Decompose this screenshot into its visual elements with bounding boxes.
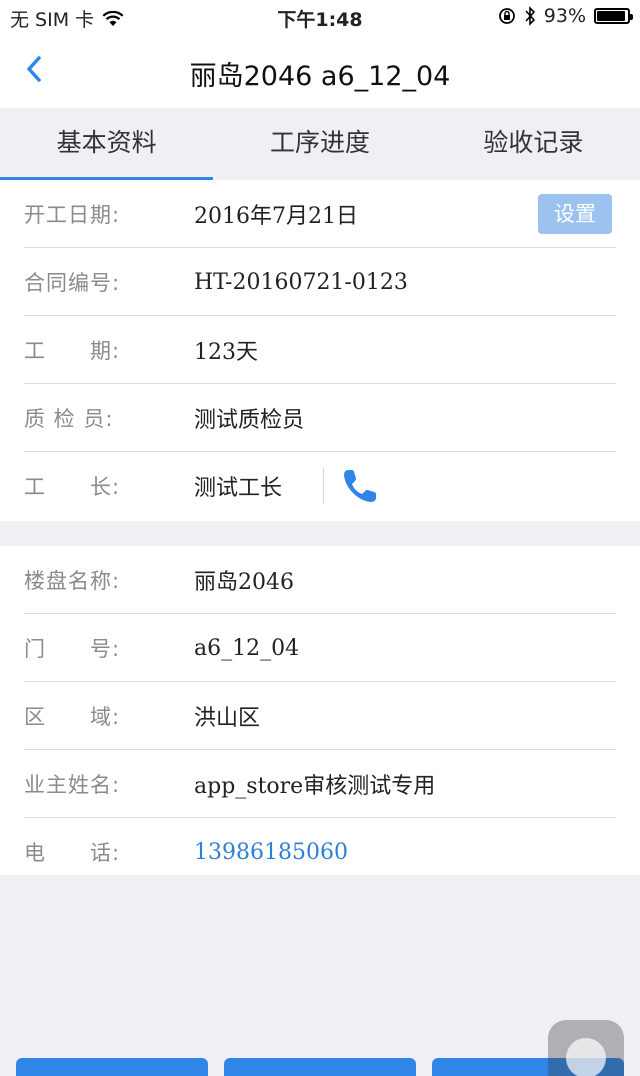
owner-info-section: 楼盘名称: 丽岛2046 门 号: a6_12_04 区 域: 洪山区 业主姓名… <box>0 546 640 875</box>
phone-icon <box>344 470 376 502</box>
phone-row: 电 话: 13986185060 <box>0 818 640 886</box>
foreman-value: 测试工长 <box>194 476 283 501</box>
status-right: 93% <box>498 5 633 27</box>
area-row: 区 域: 洪山区 <box>0 682 640 750</box>
owner-label: 业主姓名: <box>24 773 121 797</box>
inspector-label: 质 检 员: <box>24 407 114 431</box>
contract-label: 合同编号: <box>24 271 121 295</box>
period-label: 工 期: <box>24 339 121 363</box>
nav-bar: 丽岛2046 a6_12_04 <box>0 34 640 108</box>
bottom-button-2[interactable] <box>224 1058 416 1076</box>
building-value: 丽岛2046 <box>194 570 294 595</box>
page-title: 丽岛2046 a6_12_04 <box>189 61 451 92</box>
bottom-button-1[interactable] <box>16 1058 208 1076</box>
lock-rotation-icon <box>498 8 515 24</box>
start-date-label: 开工日期: <box>24 203 121 227</box>
tab-process-progress[interactable]: 工序进度 <box>213 108 426 180</box>
area-label: 区 域: <box>24 705 121 729</box>
contract-value: HT-20160721-0123 <box>194 269 408 295</box>
phone-label: 电 话: <box>24 841 121 865</box>
period-value: 123天 <box>194 340 258 365</box>
building-row: 楼盘名称: 丽岛2046 <box>0 546 640 614</box>
contract-row: 合同编号: HT-20160721-0123 <box>0 248 640 316</box>
settings-button[interactable]: 设置 <box>538 194 612 234</box>
battery-fill <box>597 11 625 21</box>
start-date-row: 开工日期: 2016年7月21日 设置 <box>0 180 640 248</box>
phone-number-link[interactable]: 13986185060 <box>194 840 348 865</box>
owner-value: app_store审核测试专用 <box>194 774 436 799</box>
tab-acceptance-records[interactable]: 验收记录 <box>427 108 640 180</box>
project-info-section: 开工日期: 2016年7月21日 设置 合同编号: HT-20160721-01… <box>0 180 640 521</box>
tab-basic-info[interactable]: 基本资料 <box>0 108 214 180</box>
period-row: 工 期: 123天 <box>0 316 640 384</box>
building-label: 楼盘名称: <box>24 569 121 593</box>
assistive-touch-button[interactable] <box>548 1020 624 1076</box>
inspector-value: 测试质检员 <box>194 408 305 433</box>
door-row: 门 号: a6_12_04 <box>0 614 640 682</box>
vertical-separator <box>323 468 324 504</box>
tab-bar: 基本资料 工序进度 验收记录 <box>0 108 640 180</box>
foreman-label: 工 长: <box>24 475 121 499</box>
call-foreman-button[interactable] <box>340 466 380 506</box>
area-value: 洪山区 <box>194 706 261 731</box>
owner-row: 业主姓名: app_store审核测试专用 <box>0 750 640 818</box>
status-bar: 无 SIM 卡 下午1:48 93% <box>0 0 640 34</box>
inspector-row: 质 检 员: 测试质检员 <box>0 384 640 452</box>
battery-percent: 93% <box>543 5 586 27</box>
door-label: 门 号: <box>24 637 121 661</box>
foreman-row: 工 长: 测试工长 <box>0 452 640 520</box>
door-value: a6_12_04 <box>194 635 300 661</box>
start-date-value: 2016年7月21日 <box>194 204 358 229</box>
battery-icon <box>594 8 633 24</box>
bluetooth-icon <box>525 6 535 26</box>
